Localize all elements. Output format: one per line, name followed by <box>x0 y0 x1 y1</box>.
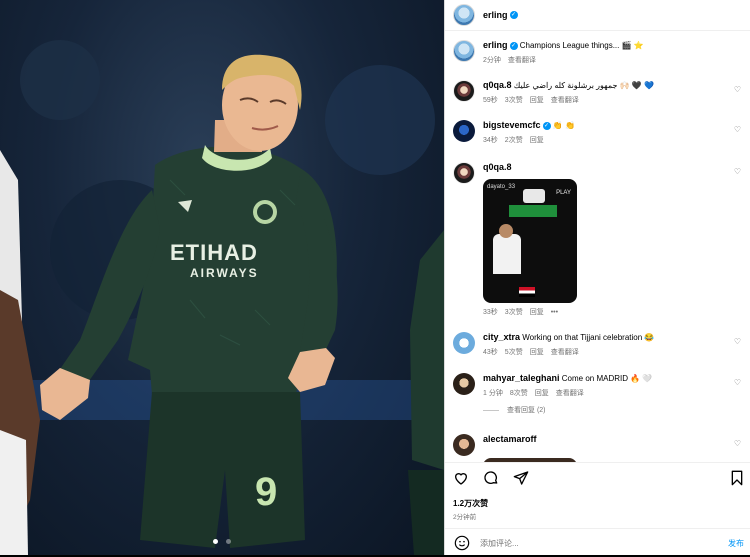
more-options-icon[interactable]: ••• <box>551 309 558 316</box>
comment-text: 👏 👏 <box>552 121 575 130</box>
comment-time: 33秒 <box>483 309 498 316</box>
comment-item: alectamaroff ♡ <box>453 434 745 462</box>
commenter-avatar[interactable] <box>453 434 475 456</box>
reply-button[interactable]: 回复 <box>530 137 544 144</box>
add-comment-bar: 添加评论... 发布 <box>445 528 750 557</box>
comment-username[interactable]: bigstevemcfc <box>483 120 541 130</box>
comment-username[interactable]: q0qa.8 <box>483 80 512 90</box>
translate-link[interactable]: 查看翻译 <box>551 349 579 356</box>
comment-item: city_xtra Working on that Tijjani celebr… <box>453 332 745 358</box>
carousel-dots[interactable] <box>0 531 444 549</box>
reply-button[interactable]: 回复 <box>530 309 544 316</box>
commenter-avatar[interactable] <box>453 332 475 354</box>
commenter-avatar[interactable] <box>453 373 475 395</box>
comment-likes[interactable]: 8次赞 <box>510 390 528 397</box>
comment-time: 34秒 <box>483 137 498 144</box>
view-replies-label: 查看回复 (2) <box>507 407 546 414</box>
author-avatar[interactable] <box>453 4 475 26</box>
comment-likes[interactable]: 2次赞 <box>505 137 523 144</box>
commenter-avatar[interactable] <box>453 162 475 184</box>
translate-link[interactable]: 查看翻译 <box>508 57 536 64</box>
carousel-dot[interactable] <box>212 539 218 544</box>
comment-sticker-image[interactable]: dayato_33 PLAY <box>483 179 577 303</box>
verified-icon: ✓ <box>509 41 518 50</box>
heart-icon[interactable] <box>453 470 469 491</box>
comment-likes[interactable]: 5次赞 <box>505 349 523 356</box>
carousel-dot[interactable] <box>226 539 232 544</box>
comment-username[interactable]: alectamaroff <box>483 434 537 444</box>
sponsor-text: ETIHAD <box>170 240 258 265</box>
post-photo[interactable]: ETIHAD AIRWAYS 9 <box>0 0 444 555</box>
emoji-icon[interactable] <box>454 535 470 551</box>
heart-icon[interactable]: ♡ <box>734 125 741 134</box>
comment-text: جمهور برشلونة كله راضي عليك 🙌🏻 🖤 💙 <box>513 81 654 90</box>
bookmark-icon[interactable] <box>730 470 744 491</box>
comment-item: q0qa.8 جمهور برشلونة كله راضي عليك 🙌🏻 🖤 … <box>453 80 745 106</box>
heart-icon[interactable]: ♡ <box>734 439 741 448</box>
translate-link[interactable]: 查看翻译 <box>556 390 584 397</box>
comments-list[interactable]: erling ✓ Champions League things... 🎬 ⭐ 2… <box>445 31 750 462</box>
comment-icon[interactable] <box>483 470 499 491</box>
verified-icon: ✓ <box>509 11 518 19</box>
caption-text: Champions League things... 🎬 ⭐ <box>519 41 644 50</box>
caption-avatar[interactable] <box>453 40 475 62</box>
comment-likes[interactable]: 3次赞 <box>505 309 523 316</box>
commenter-avatar[interactable] <box>453 80 475 102</box>
comment-time: 59秒 <box>483 97 498 104</box>
comment-item: mahyar_taleghani Come on MADRID 🔥 🤍 1 分钟… <box>453 373 745 416</box>
likes-count[interactable]: 1.2万次赞 <box>453 498 488 509</box>
comment-text: Come on MADRID 🔥 🤍 <box>561 374 653 383</box>
reply-button[interactable]: 回复 <box>530 349 544 356</box>
comment-time: 1 分钟 <box>483 390 503 397</box>
post-panel: erling ✓ erling ✓ Champions League things… <box>444 0 750 555</box>
reply-button[interactable]: 回复 <box>530 97 544 104</box>
post-actions: 1.2万次赞 2分钟前 添加评论... 发布 <box>445 462 750 556</box>
comment-time: 43秒 <box>483 349 498 356</box>
verified-icon: ✓ <box>542 121 551 130</box>
commenter-avatar[interactable] <box>453 120 475 142</box>
comment-item: bigstevemcfc ✓ 👏 👏 34秒 2次赞 回复 ♡ <box>453 120 745 146</box>
comment-likes[interactable]: 3次赞 <box>505 97 523 104</box>
heart-icon[interactable]: ♡ <box>734 337 741 346</box>
sponsor-subtext: AIRWAYS <box>190 266 259 280</box>
comment-text: Working on that Tijjani celebration 😂 <box>522 333 655 342</box>
comment-item: q0qa.8 dayato_33 PLAY 33秒 3次赞 回复 ••• ♡ <box>453 162 745 318</box>
comment-input[interactable]: 添加评论... <box>480 538 728 549</box>
view-replies-link[interactable]: 查看回复 (2) <box>483 405 745 416</box>
post-header: erling ✓ <box>445 0 750 31</box>
translate-link[interactable]: 查看翻译 <box>551 97 579 104</box>
caption-time: 2分钟 <box>483 57 501 64</box>
post-button[interactable]: 发布 <box>728 538 744 549</box>
reply-button[interactable]: 回复 <box>535 390 549 397</box>
caption-username[interactable]: erling <box>483 40 508 50</box>
shorts-number: 9 <box>255 470 278 514</box>
share-icon[interactable] <box>513 470 529 491</box>
author-username[interactable]: erling <box>483 10 508 20</box>
sticker-play-label: PLAY <box>556 190 571 196</box>
heart-icon[interactable]: ♡ <box>734 378 741 387</box>
comment-username[interactable]: mahyar_taleghani <box>483 373 560 383</box>
caption: erling ✓ Champions League things... 🎬 ⭐ 2… <box>453 40 745 66</box>
heart-icon[interactable]: ♡ <box>734 85 741 94</box>
post-time: 2分钟前 <box>453 514 477 521</box>
heart-icon[interactable]: ♡ <box>734 167 741 176</box>
sticker-text: dayato_33 <box>487 184 516 190</box>
comment-username[interactable]: city_xtra <box>483 332 520 342</box>
comment-username[interactable]: q0qa.8 <box>483 162 512 172</box>
